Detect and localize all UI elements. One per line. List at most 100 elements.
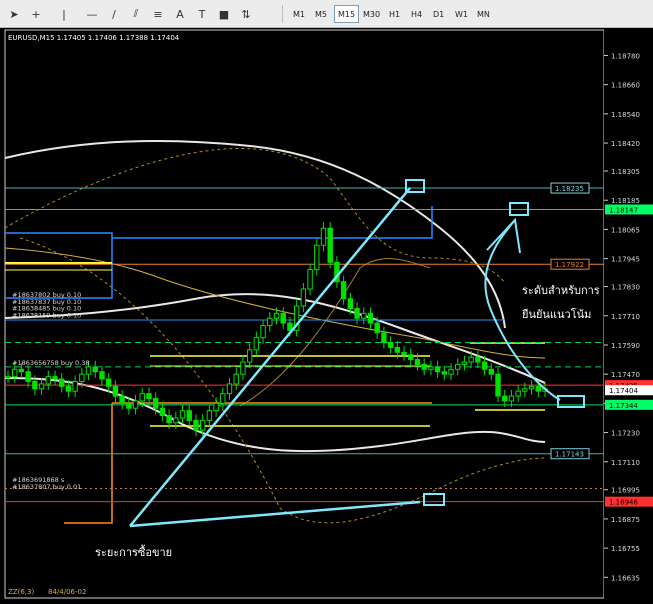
candle-body: [92, 366, 98, 373]
timeframe-m15[interactable]: M15: [334, 5, 360, 23]
candle-body: [488, 368, 495, 375]
tick-label: 1.18305: [611, 168, 640, 176]
candle-body: [213, 402, 219, 412]
tick-label: 1.18185: [611, 197, 640, 205]
tick-label: 1.16635: [611, 574, 640, 582]
candle-body: [159, 407, 166, 417]
tick-label: 1.16995: [611, 487, 640, 495]
chart-header: EURUSD,M15 1.17405 1.17406 1.17388 1.174…: [8, 34, 180, 42]
vertical-line-icon[interactable]: |: [54, 4, 74, 24]
candle-body: [381, 332, 387, 344]
price-axis: 1.18780 1.18660 1.18540 1.18420 1.18305 1.181…: [604, 28, 653, 604]
timeframe-m30[interactable]: M30: [360, 5, 383, 23]
candle-body: [240, 361, 246, 375]
candle-body: [428, 366, 434, 370]
candle-body: [173, 417, 179, 424]
candle-body: [528, 385, 535, 390]
candle-body: [105, 378, 112, 387]
trendline-icon[interactable]: /: [104, 4, 124, 24]
candle-body: [112, 385, 119, 397]
cursor-icon[interactable]: ➤: [4, 4, 24, 24]
candle-body: [448, 368, 454, 375]
chart-area[interactable]: 1.18235 1.17922 1.17143 #18637802 buy 0.10…: [0, 28, 653, 604]
candle-body: [455, 363, 461, 370]
candle-body: [475, 356, 481, 363]
candle-body: [495, 373, 501, 397]
tick-label: 1.16755: [611, 545, 640, 553]
rectangle-icon[interactable]: ■: [214, 4, 234, 24]
toolbar-separator: [282, 5, 283, 23]
tick-label: 1.16875: [611, 516, 640, 524]
candle-body: [481, 361, 488, 370]
candle-body: [522, 388, 528, 392]
candle-body: [434, 366, 441, 373]
order-label[interactable]: #1863656758 buy 0.38: [12, 359, 90, 367]
support-text-line2: ยืนยันแนวโน้ม: [522, 307, 591, 321]
horizontal-line-icon[interactable]: —: [82, 4, 102, 24]
candle-body: [354, 307, 360, 319]
candle-body: [401, 351, 407, 356]
candle-body: [139, 393, 145, 402]
price-tag-label: 1.17922: [555, 261, 584, 269]
candle-body: [515, 390, 521, 397]
candle-body: [25, 371, 31, 382]
timeframe-m5[interactable]: M5: [312, 5, 330, 23]
timeframe-h1[interactable]: H1: [386, 5, 403, 23]
tick-label: 1.17830: [611, 284, 640, 292]
arrows-icon[interactable]: ⇅: [236, 4, 256, 24]
timeframe-m1[interactable]: M1: [290, 5, 308, 23]
price-chart[interactable]: 1.182351.179221.17143 #18637802 buy 0.10…: [0, 28, 653, 604]
candle-body: [394, 346, 401, 353]
candle-body: [79, 373, 85, 382]
crosshair-icon[interactable]: +: [26, 4, 46, 24]
candle-body: [414, 359, 421, 365]
timeframe-mn[interactable]: MN: [474, 5, 493, 23]
range-text: ระยะการซื้อขาย: [95, 544, 172, 559]
tick-label: 1.18660: [611, 82, 640, 90]
indicator-label: ZZ(6,3): [8, 588, 34, 596]
candle-body: [226, 383, 233, 395]
candle-body: [99, 371, 105, 380]
text-label-icon[interactable]: T: [192, 4, 212, 24]
tick-label: 1.17110: [611, 459, 640, 467]
price-tag-label: 1.18147: [609, 206, 638, 214]
candle-body: [38, 383, 45, 390]
timeframe-w1[interactable]: W1: [452, 5, 471, 23]
candle-body: [253, 337, 260, 351]
candle-body: [132, 400, 139, 409]
candle-body: [461, 361, 468, 365]
price-tag-label: 1.18235: [555, 185, 584, 193]
candle-body: [59, 378, 65, 387]
timeframe-d1[interactable]: D1: [430, 5, 447, 23]
order-label[interactable]: #18637807 buy 0.01: [12, 483, 81, 491]
text-icon[interactable]: A: [170, 4, 190, 24]
candle-body: [267, 317, 273, 327]
tick-label: 1.18420: [611, 140, 640, 148]
toolbar: ➤ + | — / ⫽ ≡ A T ■ ⇅ M1 M5 M15 M30 H1 H4 D1 W1 MN: [0, 0, 653, 28]
candle-body: [119, 395, 125, 404]
candle-body: [280, 312, 286, 324]
price-tag-label: 1.17404: [609, 387, 638, 395]
candle-body: [179, 410, 186, 419]
tick-label: 1.17230: [611, 430, 640, 438]
support-text-line1: ระดับสำหรับการ: [522, 284, 600, 297]
candle-body: [85, 366, 92, 375]
candle-body: [32, 380, 38, 390]
fibonacci-icon[interactable]: ≡: [148, 4, 168, 24]
tick-label: 1.18780: [611, 52, 640, 60]
tick-label: 1.17470: [611, 371, 640, 379]
candle-body: [45, 376, 51, 385]
candle-body: [12, 368, 18, 378]
candle-body: [273, 312, 280, 319]
order-label[interactable]: #18638159 buy 0.10: [12, 312, 81, 320]
candle-body: [65, 385, 72, 392]
channel-icon[interactable]: ⫽: [126, 4, 146, 24]
tick-label: 1.17590: [611, 342, 640, 350]
candle-body: [199, 419, 206, 431]
candle-body: [260, 325, 266, 339]
candle-body: [502, 395, 508, 402]
candle-body: [233, 373, 239, 385]
price-tag-label: 1.17143: [555, 451, 584, 459]
candle-body: [367, 312, 374, 324]
timeframe-h4[interactable]: H4: [408, 5, 425, 23]
